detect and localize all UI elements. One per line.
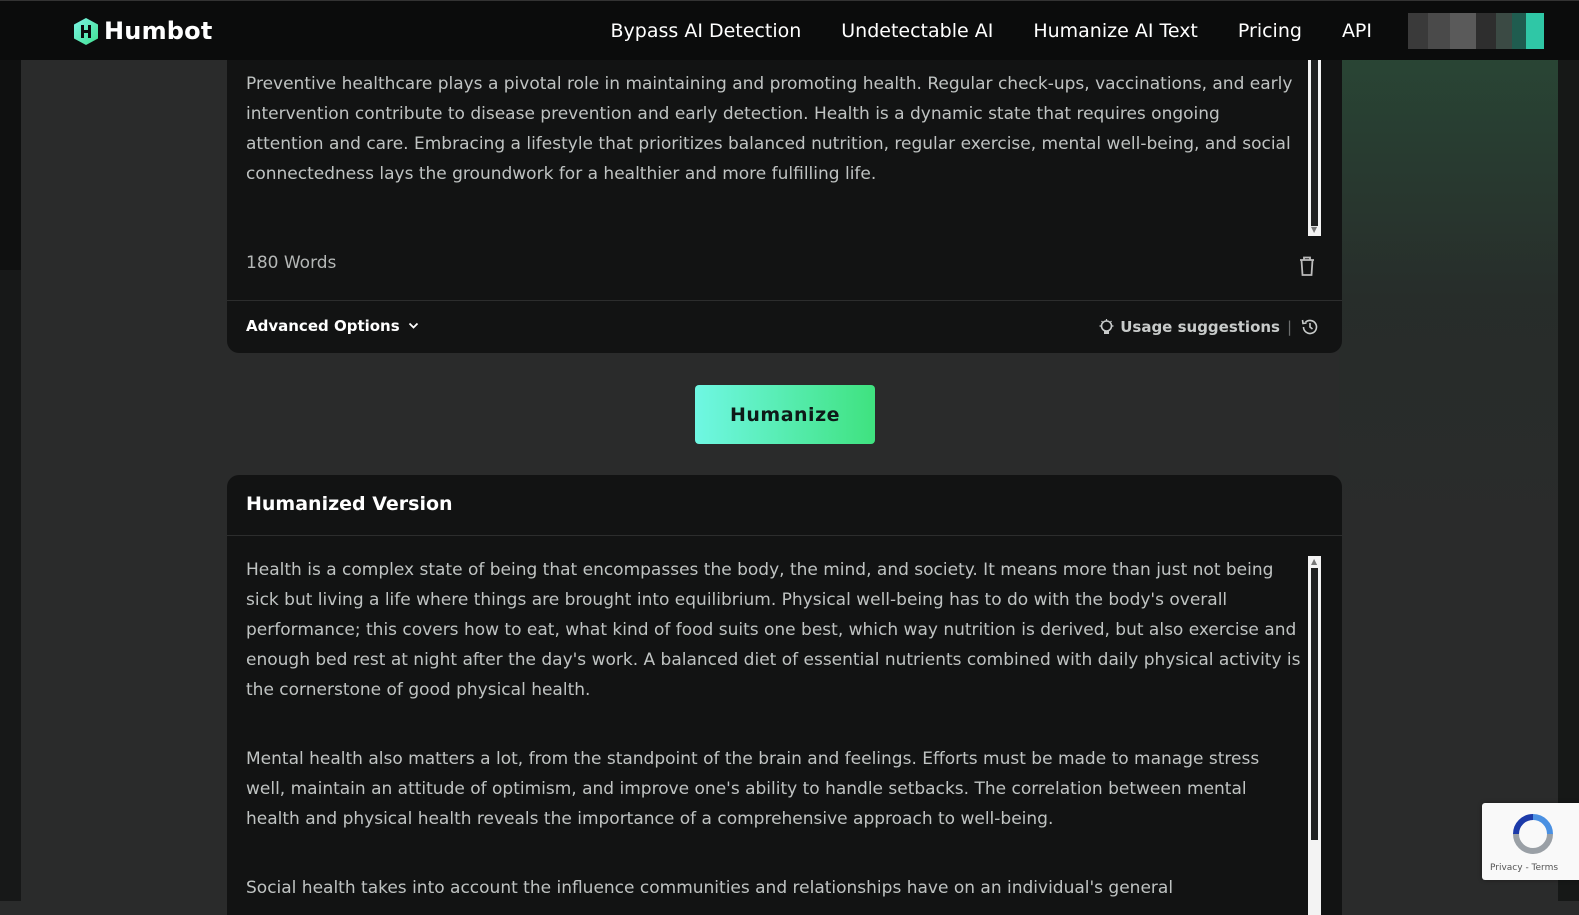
- top-navbar: Humbot Bypass AI Detection Undetectable …: [0, 0, 1579, 60]
- nav-link-undetectable-ai[interactable]: Undetectable AI: [841, 20, 993, 42]
- nav-link-humanize-ai-text[interactable]: Humanize AI Text: [1033, 20, 1198, 42]
- humanize-button[interactable]: Humanize: [695, 385, 875, 444]
- nav-link-api[interactable]: API: [1342, 20, 1372, 42]
- humbot-logo-icon: [74, 18, 98, 45]
- word-count: 180 Words: [246, 253, 336, 273]
- usage-suggestions-link[interactable]: Usage suggestions: [1099, 318, 1280, 336]
- humanized-output-card: Humanized Version Health is a complex st…: [227, 475, 1342, 915]
- output-scrollbar[interactable]: ▲: [1308, 556, 1321, 915]
- recaptcha-links[interactable]: Privacy - Terms: [1490, 863, 1558, 873]
- input-scrollbar[interactable]: ▼: [1308, 60, 1321, 236]
- output-title: Humanized Version: [246, 493, 453, 515]
- page-left-gutter-top: [0, 60, 21, 270]
- humanized-paragraph: Mental health also matters a lot, from t…: [246, 744, 1301, 834]
- advanced-options-label: Advanced Options: [246, 317, 400, 335]
- page-right-gutter: [1558, 60, 1579, 901]
- trash-icon[interactable]: [1297, 255, 1317, 277]
- scroll-down-arrow-icon[interactable]: ▼: [1311, 226, 1317, 234]
- history-icon[interactable]: [1300, 317, 1320, 337]
- recaptcha-logo-icon: [1512, 813, 1554, 855]
- humanized-paragraph: Social health takes into account the inf…: [246, 873, 1301, 903]
- chevron-down-icon: [408, 322, 419, 330]
- recaptcha-badge[interactable]: Privacy - Terms: [1482, 803, 1579, 880]
- advanced-options-toggle[interactable]: Advanced Options: [246, 317, 419, 335]
- background-glow: [1339, 60, 1579, 660]
- user-account-avatar[interactable]: [1408, 13, 1544, 49]
- nav-link-pricing[interactable]: Pricing: [1238, 20, 1302, 42]
- toolbar-separator: |: [1287, 318, 1292, 336]
- humanized-text[interactable]: Health is a complex state of being that …: [246, 555, 1301, 915]
- nav-link-bypass-ai-detection[interactable]: Bypass AI Detection: [611, 20, 802, 42]
- brand-name: Humbot: [104, 17, 213, 45]
- humanized-paragraph: Health is a complex state of being that …: [246, 555, 1301, 705]
- lightbulb-icon: [1099, 319, 1114, 336]
- output-divider: [227, 535, 1342, 536]
- input-textarea[interactable]: Preventive healthcare plays a pivotal ro…: [246, 69, 1296, 189]
- input-card: Preventive healthcare plays a pivotal ro…: [227, 60, 1342, 353]
- nav-links: Bypass AI Detection Undetectable AI Huma…: [611, 1, 1579, 61]
- logo[interactable]: Humbot: [74, 17, 213, 45]
- card-divider: [227, 300, 1342, 301]
- usage-suggestions-label: Usage suggestions: [1120, 318, 1280, 336]
- scroll-up-arrow-icon[interactable]: ▲: [1311, 558, 1317, 566]
